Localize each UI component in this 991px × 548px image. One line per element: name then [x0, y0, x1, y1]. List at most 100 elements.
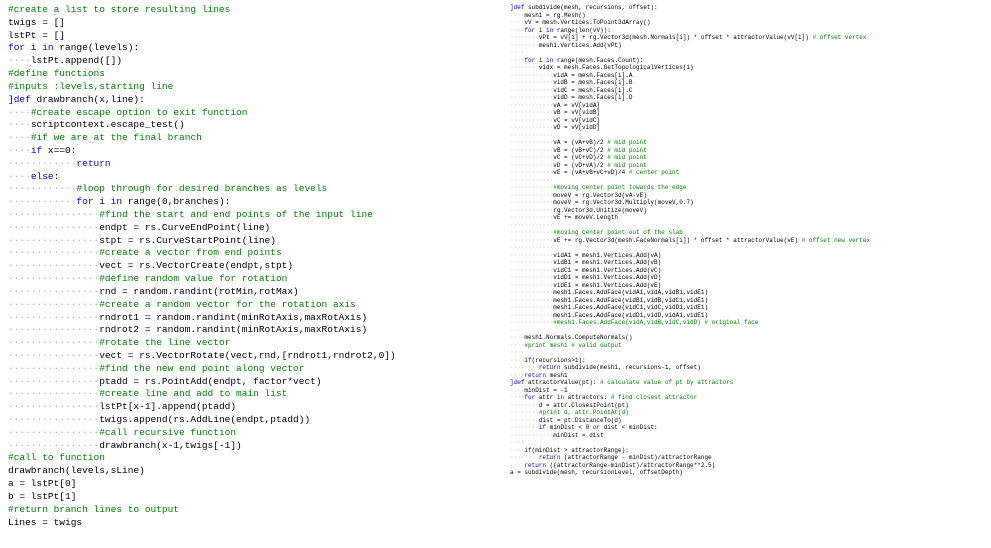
right-line-3: ····for i in range(len(vV)): [510, 27, 972, 35]
right-line-55: ········d = attr.ClosestPoint(pt) [510, 402, 972, 410]
left-line-41: Lines = twigs [8, 517, 472, 530]
right-line-14: ············vB = vV[vidB] [510, 109, 972, 117]
right-line-10: ············vidB = mesh.Faces[i].B [510, 79, 972, 87]
right-line-56: ········#print d, attr.PointAt(d) [510, 409, 972, 417]
right-line-17: ············ [510, 132, 972, 140]
right-line-30: ············#moving center point out of … [510, 229, 972, 237]
left-line-39: b = lstPt[1] [8, 491, 472, 504]
right-line-35: ············vidC1 = mesh1.Vertices.Add(v… [510, 267, 972, 275]
right-line-16: ············vD = vV[vidD] [510, 124, 972, 132]
left-line-3: lstPt = [] [8, 30, 472, 43]
right-line-8: ········vidx = mesh.Faces.GetTopological… [510, 64, 972, 72]
right-line-2: ····vV = mesh.Vertices.ToPoint3dArray() [510, 19, 972, 27]
left-line-35: ················drawbranch(x-1,twigs[-1]… [8, 440, 472, 453]
left-line-13: ············return [8, 158, 472, 171]
right-line-45: ····#print mesh1 # valid output [510, 342, 972, 350]
left-line-23: ················rnd = random.randint(rot… [8, 286, 472, 299]
right-line-31: ············vE += rg.Vector3d(mesh.FaceN… [510, 237, 972, 245]
left-line-34: ················#call recursive function [8, 427, 472, 440]
left-line-31: ················#create line and add to … [8, 388, 472, 401]
right-line-40: ············mesh1.Faces.AddFace(vidC1,vi… [510, 304, 972, 312]
right-line-53: ····minDist = -1 [510, 387, 972, 395]
right-line-27: ············rg.Vector3d.Unitize(moveV) [510, 207, 972, 215]
left-line-29: ················#find the new end point … [8, 363, 472, 376]
right-line-0: ]def subdivide(mesh, recursions, offset)… [510, 4, 972, 12]
left-line-27: ················#rotate the line vector [8, 337, 472, 350]
right-line-57: ········dist = pt.DistanceTo(d) [510, 417, 972, 425]
right-line-23: ············ [510, 177, 972, 185]
left-line-4: for i in range(levels): [8, 42, 472, 55]
right-line-49: ····return mesh1 [510, 372, 972, 380]
left-line-2: twigs = [] [8, 17, 472, 30]
right-line-36: ············vidD1 = mesh1.Vertices.Add(v… [510, 274, 972, 282]
left-line-25: ················rndrot1 = random.randint… [8, 312, 472, 325]
right-line-59: ············minDist = dist [510, 432, 972, 440]
right-line-11: ············vidC = mesh.Faces[i].C [510, 87, 972, 95]
left-line-19: ················stpt = rs.CurveStartPoin… [8, 235, 472, 248]
left-line-16: ············for i in range(0,branches): [8, 196, 472, 209]
right-line-9: ············vidA = mesh.Faces[i].A [510, 72, 972, 80]
right-line-13: ············vA = vV[vidA] [510, 102, 972, 110]
right-line-1: ····mesh1 = rg.Mesh() [510, 12, 972, 20]
left-line-0: #create a list to store resulting lines [8, 4, 472, 17]
right-line-62: ········return (attractorRange - minDist… [510, 454, 972, 462]
right-line-63: ····return ((attractorRange-minDist)/att… [510, 462, 972, 470]
right-line-22: ············vE = (vA+vB+vC+vD)/4 # cente… [510, 169, 972, 177]
right-line-18: ············vA = (vA+vB)/2 # mid point [510, 139, 972, 147]
left-line-26: ················rndrot2 = random.randint… [8, 324, 472, 337]
left-line-12: ····if x==0: [8, 145, 472, 158]
right-line-39: ············mesh1.Faces.AddFace(vidB1,vi… [510, 297, 972, 305]
right-line-42: ············#mesh1.Faces.AddFace(vidA,vi… [510, 319, 972, 327]
right-line-38: ············mesh1.Faces.AddFace(vidA1,vi… [510, 289, 972, 297]
right-line-19: ············vB = (vB+vC)/2 # mid point [510, 147, 972, 155]
right-line-5: ········mesh1.Vertices.Add(vPt) [510, 42, 972, 50]
right-line-61: ····if(minDist > attractorRange): [510, 447, 972, 455]
left-line-37: drawbranch(levels,sLine) [8, 465, 472, 478]
left-line-7: #inputs :levels,starting line [8, 81, 472, 94]
right-line-32: ············ [510, 244, 972, 252]
left-line-20: ················#create a vector from en… [8, 247, 472, 260]
right-line-41: ············mesh1.Faces.AddFace(vidD1,vi… [510, 312, 972, 320]
right-line-15: ············vC = vV[vidC] [510, 117, 972, 125]
right-line-7: ····for i in range(mesh.Faces.Count): [510, 57, 972, 65]
left-line-36: #call to function [8, 452, 472, 465]
left-line-38: a = lstPt[0] [8, 478, 472, 491]
left-line-30: ················ptadd = rs.PointAdd(endp… [8, 376, 472, 389]
left-line-24: ················#create a random vector … [8, 299, 472, 312]
left-line-22: ················#define random value for… [8, 273, 472, 286]
left-line-10: ····scriptcontext.escape_test() [8, 119, 472, 132]
right-line-33: ············vidA1 = mesh1.Vertices.Add(v… [510, 252, 972, 260]
right-line-48: ········return subdivide(mesh1, recursio… [510, 364, 972, 372]
left-line-18: ················endpt = rs.CurveEndPoint… [8, 222, 472, 235]
left-line-21: ················vect = rs.VectorCreate(e… [8, 260, 472, 273]
left-line-32: ················lstPt[x-1].append(ptadd) [8, 401, 472, 414]
right-code-pane: ]def subdivide(mesh, recursions, offset)… [480, 0, 980, 548]
left-line-17: ················#find the start and end … [8, 209, 472, 222]
left-line-6: #define functions [8, 68, 472, 81]
left-line-28: ················vect = rs.VectorRotate(v… [8, 350, 472, 363]
left-line-8: ]def drawbranch(x,line): [8, 94, 472, 107]
right-line-58: ········if minDist < 0 or dist < minDist… [510, 424, 972, 432]
right-line-34: ············vidB1 = mesh1.Vertices.Add(v… [510, 259, 972, 267]
right-line-46: ···· [510, 349, 972, 357]
right-line-20: ············vC = (vC+vD)/2 # mid point [510, 154, 972, 162]
right-line-52: ]def attractorValue(pt): # calculate val… [510, 379, 972, 387]
right-line-12: ············vidD = mesh.Faces[i].D [510, 94, 972, 102]
right-line-29: ············ [510, 222, 972, 230]
left-line-14: ····else: [8, 171, 472, 184]
right-line-44: ····mesh1.Normals.ComputeNormals() [510, 334, 972, 342]
left-line-11: ····#if we are at the final branch [8, 132, 472, 145]
right-line-43: ···· [510, 327, 972, 335]
right-line-26: ············moveV = rg.Vector3d.Multiply… [510, 199, 972, 207]
right-line-47: ····if(recursions>1): [510, 357, 972, 365]
right-line-65: a = subdivide(mesh, recursionLevel, offs… [510, 469, 972, 477]
right-line-60: ···· [510, 439, 972, 447]
right-line-21: ············vD = (vD+vA)/2 # mid point [510, 162, 972, 170]
left-line-40: #return branch lines to output [8, 504, 472, 517]
right-line-24: ············#moving center point towards… [510, 184, 972, 192]
right-line-25: ············moveV = rg.Vector3d(vA-vE) [510, 192, 972, 200]
right-line-6: ···· [510, 49, 972, 57]
left-line-5: ····lstPt.append([]) [8, 55, 472, 68]
left-line-33: ················twigs.append(rs.AddLine(… [8, 414, 472, 427]
right-line-54: ····for attr in attractors: # find close… [510, 394, 972, 402]
